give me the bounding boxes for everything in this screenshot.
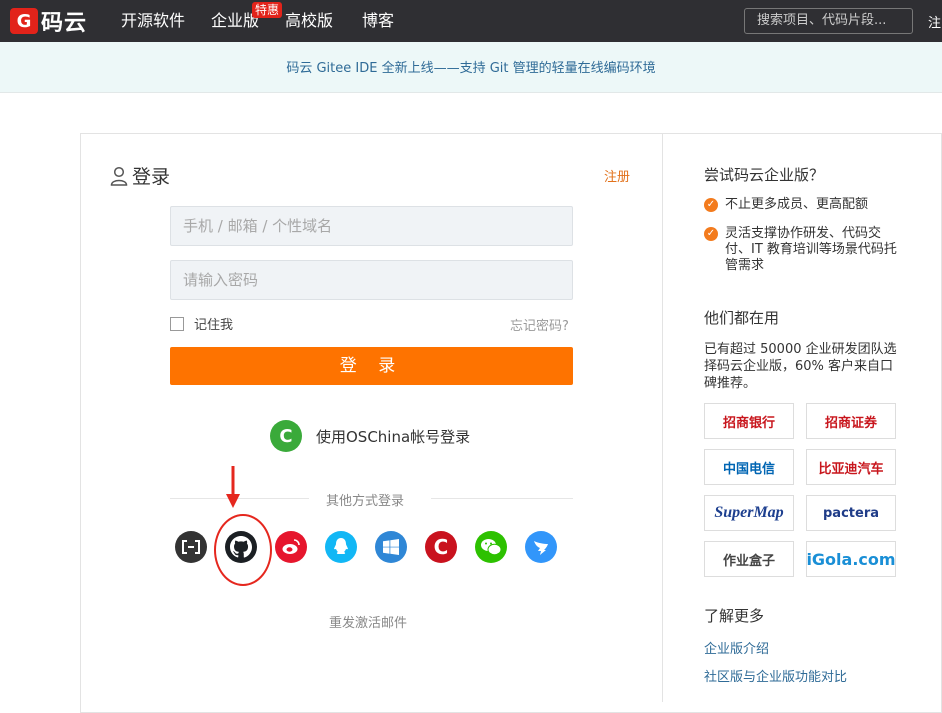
search-input[interactable]: 搜索项目、代码片段... bbox=[744, 8, 913, 34]
login-title: 登录 bbox=[110, 162, 170, 189]
oschina-icon: C bbox=[270, 420, 302, 452]
customer-logo-telecom: 中国电信 bbox=[704, 449, 794, 485]
gitee-logo[interactable]: G 码云 bbox=[10, 7, 88, 36]
customer-logo-cmb: 招商银行 bbox=[704, 403, 794, 439]
logo-text: 码云 bbox=[41, 11, 88, 36]
hot-badge: 特惠 bbox=[252, 2, 283, 18]
remember-checkbox[interactable] bbox=[170, 316, 184, 331]
benefit-item: ✓ 不止更多成员、更高配额 bbox=[704, 197, 904, 213]
remember-me[interactable]: 记住我 bbox=[170, 314, 233, 333]
annotation-circle bbox=[214, 514, 272, 586]
learn-more-title: 了解更多 bbox=[704, 607, 765, 625]
csdn-login-icon[interactable]: C bbox=[425, 531, 457, 563]
nav-blog[interactable]: 博客 bbox=[362, 0, 394, 42]
login-title-text: 登录 bbox=[132, 166, 171, 188]
customer-logo-zuoyehezi: 作业盒子 bbox=[704, 541, 794, 577]
logo-mark: G bbox=[10, 8, 38, 34]
try-enterprise-title: 尝试码云企业版？ bbox=[704, 166, 825, 184]
oschina-login[interactable]: C 使用OSChina帐号登录 bbox=[270, 420, 470, 452]
divider-right bbox=[431, 498, 573, 499]
users-text: 已有超过 50000 企业研发团队选择码云企业版，60% 客户来自口碑推荐。 bbox=[704, 342, 897, 391]
password-input[interactable]: 请输入密码 bbox=[170, 260, 573, 300]
customer-logo-supermap: SuperMap bbox=[704, 495, 794, 531]
banner-text[interactable]: 码云 Gitee IDE 全新上线——支持 Git 管理的轻量在线编码环境 bbox=[286, 61, 655, 76]
remember-label: 记住我 bbox=[194, 318, 234, 333]
wechat-login-icon[interactable] bbox=[475, 531, 507, 563]
benefit-text-1: 不止更多成员、更高配额 bbox=[725, 197, 869, 212]
qq-login-icon[interactable] bbox=[325, 531, 357, 563]
customer-logo-pactera: pactera bbox=[806, 495, 896, 531]
other-methods-label: 其他方式登录 bbox=[326, 494, 405, 509]
csdn-glyph: C bbox=[433, 535, 449, 559]
user-icon bbox=[110, 166, 128, 186]
compare-editions-link[interactable]: 社区版与企业版功能对比 bbox=[704, 666, 847, 685]
benefit-text-2: 灵活支撑协作研发、代码交付、IT 教育培训等场景代码托管需求 bbox=[725, 226, 897, 273]
benefit-item: ✓ 灵活支撑协作研发、代码交付、IT 教育培训等场景代码托管需求 bbox=[704, 226, 904, 274]
forgot-password-link[interactable]: 忘记密码? bbox=[510, 315, 569, 334]
annotation-arrow-icon bbox=[226, 466, 240, 508]
windows-login-icon[interactable] bbox=[375, 531, 407, 563]
nav-education[interactable]: 高校版 bbox=[285, 0, 333, 42]
register-link[interactable]: 注册 bbox=[604, 166, 630, 185]
announcement-banner[interactable]: 码云 Gitee IDE 全新上线——支持 Git 管理的轻量在线编码环境 bbox=[0, 42, 942, 93]
card-divider bbox=[662, 133, 663, 702]
enterprise-intro-link[interactable]: 企业版介绍 bbox=[704, 638, 769, 657]
customer-logo-byd: 比亚迪汽车 bbox=[806, 449, 896, 485]
nav-register-cut[interactable]: 注 bbox=[928, 12, 941, 31]
nav-open-source[interactable]: 开源软件 bbox=[121, 0, 185, 42]
top-navbar: G 码云 开源软件 企业版 特惠 高校版 博客 搜索项目、代码片段... 注 bbox=[0, 0, 942, 42]
users-title: 他们都在用 bbox=[704, 309, 780, 327]
resend-activation-link[interactable]: 重发激活邮件 bbox=[329, 612, 407, 631]
customer-logo-igola: iGola.com bbox=[806, 541, 896, 577]
check-icon: ✓ bbox=[704, 227, 718, 241]
login-button[interactable]: 登 录 bbox=[170, 347, 573, 385]
oschina-login-label[interactable]: 使用OSChina帐号登录 bbox=[316, 426, 470, 447]
aliyun-login-icon[interactable] bbox=[175, 531, 207, 563]
customer-logo-cms: 招商证券 bbox=[806, 403, 896, 439]
dingtalk-login-icon[interactable] bbox=[525, 531, 557, 563]
check-icon: ✓ bbox=[704, 198, 718, 212]
account-input[interactable]: 手机 / 邮箱 / 个性域名 bbox=[170, 206, 573, 246]
weibo-login-icon[interactable] bbox=[275, 531, 307, 563]
